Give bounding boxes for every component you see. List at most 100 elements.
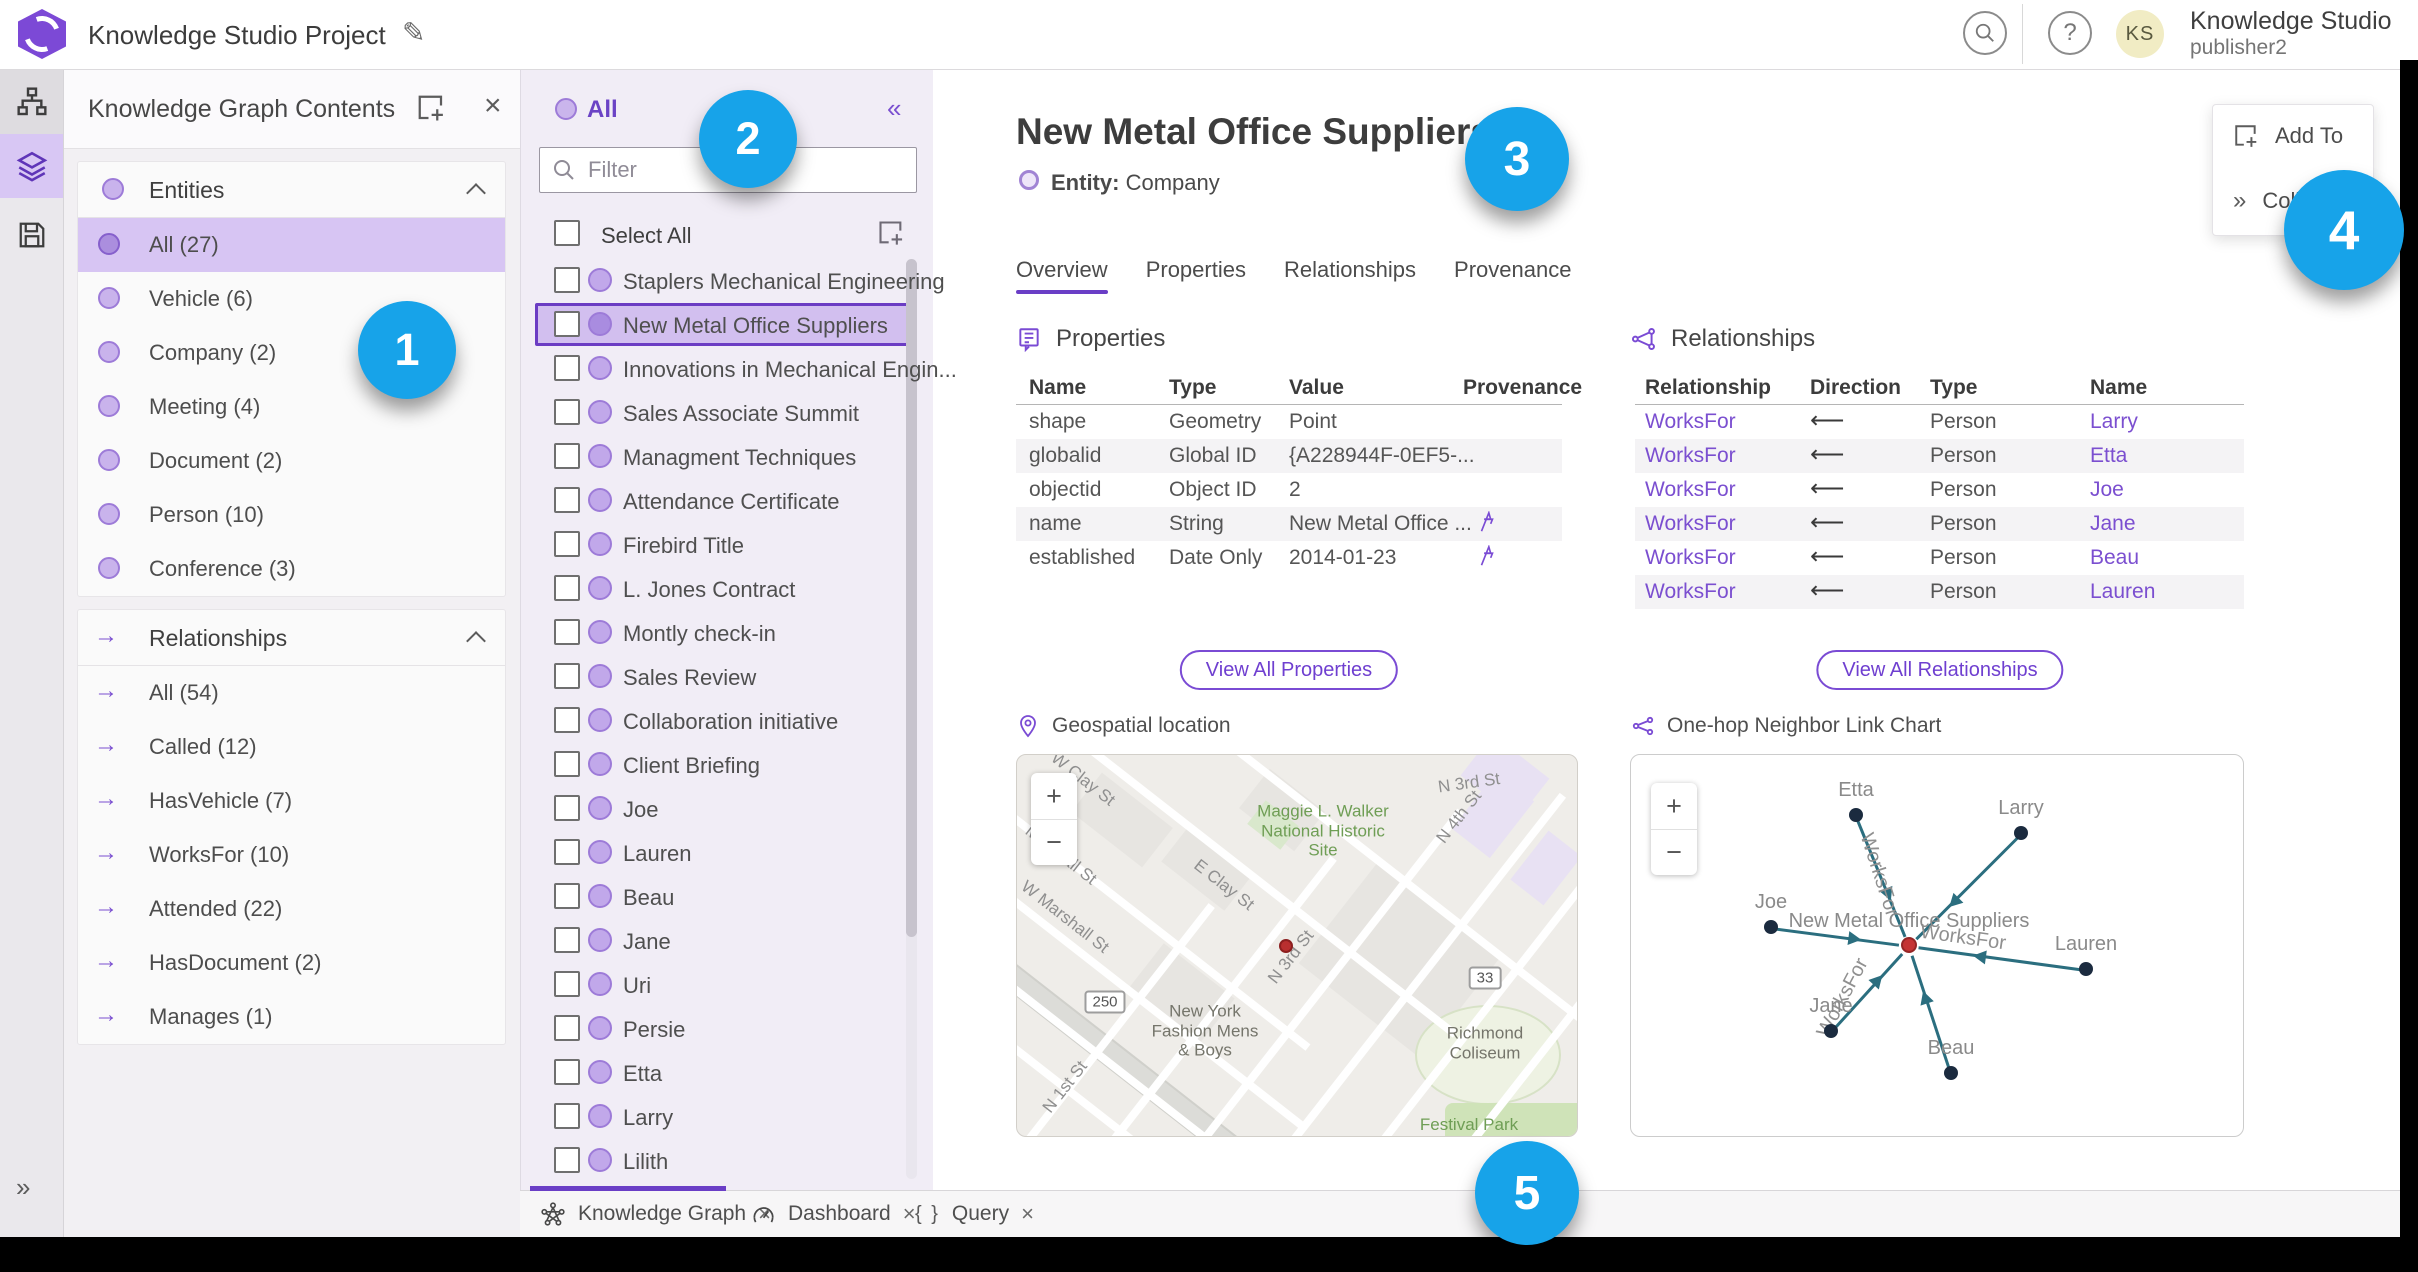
entity-instance-row[interactable]: New Metal Office Suppliers [521,303,933,347]
relationship-name-link[interactable]: Beau [2090,546,2139,570]
rail-item-contents[interactable] [0,134,63,198]
relationship-link[interactable]: WorksFor [1645,580,1736,604]
close-panel-icon[interactable]: × [484,89,502,123]
close-dashboard-tab-icon[interactable]: × [903,1201,916,1227]
entity-instance-row[interactable]: Collaboration initiative [521,699,933,743]
map-panel[interactable]: W Clay St N 3rd St Maggie L. Walker Nation… [1016,754,1578,1137]
entities-list-item[interactable]: Person (10) [78,488,505,542]
detail-tab[interactable]: Relationships [1284,257,1416,285]
relationships-list-item[interactable]: → HasDocument (2) [78,936,505,990]
close-query-tab-icon[interactable]: × [1021,1201,1034,1227]
chart-zoom-in-button[interactable]: + [1651,783,1697,829]
row-checkbox[interactable] [554,267,580,293]
row-checkbox[interactable] [554,971,580,997]
row-checkbox[interactable] [554,619,580,645]
row-checkbox[interactable] [554,883,580,909]
relationship-link[interactable]: WorksFor [1645,512,1736,536]
search-button[interactable] [1963,11,2007,55]
entity-instance-row[interactable]: Sales Review [521,655,933,699]
entities-list-item[interactable]: All (27) [78,218,505,272]
view-all-relationships-button[interactable]: View All Relationships [1816,650,2064,690]
row-checkbox[interactable] [554,795,580,821]
tab-dashboard[interactable]: Dashboard × [750,1191,916,1237]
row-checkbox[interactable] [554,531,580,557]
add-selection-button[interactable] [877,219,905,252]
edit-title-icon[interactable]: ✎ [402,16,425,49]
collapse-list-icon[interactable]: « [887,93,901,124]
entity-instance-row[interactable]: L. Jones Contract [521,567,933,611]
relationships-section-header[interactable]: → Relationships [78,610,505,666]
map-entity-marker[interactable] [1279,939,1293,953]
entity-instance-row[interactable]: Innovations in Mechanical Engin... [521,347,957,391]
row-checkbox[interactable] [554,1059,580,1085]
entities-list-item[interactable]: Meeting (4) [78,380,505,434]
entity-instance-row[interactable]: Etta [521,1051,933,1095]
view-all-properties-button[interactable]: View All Properties [1179,650,1399,690]
relationships-list-item[interactable]: → Manages (1) [78,990,505,1044]
relationships-list-item[interactable]: → Called (12) [78,720,505,774]
row-checkbox[interactable] [554,1015,580,1041]
row-checkbox[interactable] [554,707,580,733]
entity-instance-row[interactable]: Uri [521,963,933,1007]
row-checkbox[interactable] [554,355,580,381]
add-to-new-button[interactable] [416,93,446,128]
row-checkbox[interactable] [554,399,580,425]
select-all-checkbox[interactable] [554,220,580,246]
relationship-name-link[interactable]: Etta [2090,444,2127,468]
collapse-relationships-icon[interactable] [466,631,486,651]
tab-query[interactable]: { } Query × [915,1191,1034,1237]
entity-instance-row[interactable]: Attendance Certificate [521,479,933,523]
row-checkbox[interactable] [554,443,580,469]
provenance-flag-icon[interactable] [1476,510,1498,539]
entity-instance-row[interactable]: Lilith [521,1139,933,1183]
row-checkbox[interactable] [554,663,580,689]
relationship-name-link[interactable]: Joe [2090,478,2124,502]
detail-tab[interactable]: Properties [1146,257,1246,285]
entities-section-header[interactable]: Entities [78,162,505,218]
entity-instance-row[interactable]: Jane [521,919,933,963]
detail-tab[interactable]: Provenance [1454,257,1571,285]
avatar[interactable]: KS [2116,10,2164,58]
entity-instance-row[interactable]: Joe [521,787,933,831]
relationship-link[interactable]: WorksFor [1645,444,1736,468]
relationship-name-link[interactable]: Jane [2090,512,2136,536]
relationships-list-item[interactable]: → All (54) [78,666,505,720]
row-checkbox[interactable] [554,1103,580,1129]
relationship-name-link[interactable]: Lauren [2090,580,2155,604]
chart-zoom-out-button[interactable]: − [1651,829,1697,875]
rail-item-save[interactable] [0,203,63,267]
entity-instance-row[interactable]: Persie [521,1007,933,1051]
detail-tab[interactable]: Overview [1016,257,1108,294]
relationship-link[interactable]: WorksFor [1645,546,1736,570]
relationship-name-link[interactable]: Larry [2090,410,2138,434]
entity-instance-row[interactable]: Managment Techniques [521,435,933,479]
relationships-list-item[interactable]: → Attended (22) [78,882,505,936]
relationships-list-item[interactable]: → WorksFor (10) [78,828,505,882]
relationship-link[interactable]: WorksFor [1645,410,1736,434]
entity-instance-row[interactable]: Sales Associate Summit [521,391,933,435]
entity-instance-row[interactable]: Montly check-in [521,611,933,655]
entity-instance-row[interactable]: Beau [521,875,933,919]
row-checkbox[interactable] [554,839,580,865]
row-checkbox[interactable] [554,1147,580,1173]
expand-rail-icon[interactable]: » [16,1172,30,1203]
rail-item-schema[interactable] [0,70,63,134]
map-zoom-in-button[interactable]: + [1031,773,1077,819]
entities-list-item[interactable]: Conference (3) [78,542,505,596]
collapse-entities-icon[interactable] [466,183,486,203]
list-scrollbar[interactable] [906,259,917,1179]
entity-instance-row[interactable]: Lauren [521,831,933,875]
entity-instance-row[interactable]: Staplers Mechanical Engineering [521,259,945,303]
row-checkbox[interactable] [554,575,580,601]
row-checkbox[interactable] [554,751,580,777]
entity-instance-row[interactable]: Larry [521,1095,933,1139]
provenance-flag-icon[interactable] [1476,544,1498,573]
entities-list-item[interactable]: Document (2) [78,434,505,488]
link-chart-panel[interactable]: Etta Larry Joe Lauren Jane Beau WorksFor… [1630,754,2244,1137]
tab-knowledge-graph[interactable]: Knowledge Graph × [540,1191,771,1237]
row-checkbox[interactable] [554,927,580,953]
relationships-list-item[interactable]: → HasVehicle (7) [78,774,505,828]
entity-instance-row[interactable]: Firebird Title [521,523,933,567]
entity-instance-row[interactable]: Client Briefing [521,743,933,787]
row-checkbox[interactable] [554,487,580,513]
